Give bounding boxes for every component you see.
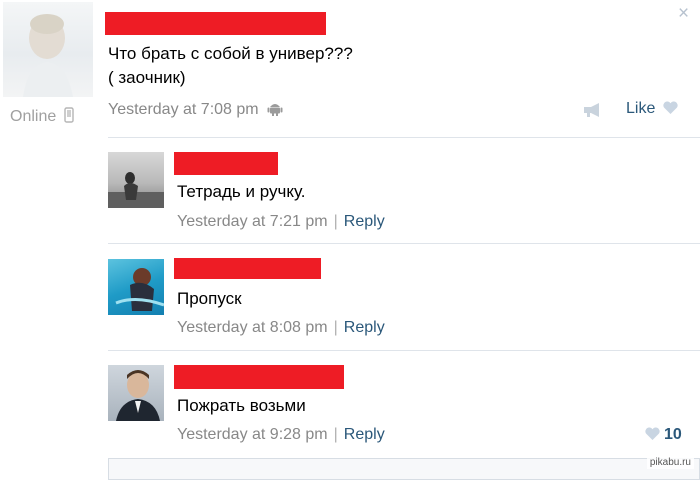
comment-2-reply-link[interactable]: Reply	[344, 319, 385, 336]
comment-1-reply-link[interactable]: Reply	[344, 213, 385, 230]
comment-3-meta: Yesterday at 9:28 pm | Reply	[177, 426, 385, 444]
comment-1-timestamp[interactable]: Yesterday at 7:21 pm	[177, 213, 328, 230]
close-icon[interactable]: ×	[678, 3, 689, 25]
android-icon	[267, 104, 283, 116]
online-label: Online	[10, 108, 57, 125]
avatar-photo-icon	[115, 268, 164, 311]
redacted-commenter-1-name	[174, 152, 278, 175]
comment-2-meta: Yesterday at 8:08 pm | Reply	[177, 319, 385, 337]
comment-2-avatar[interactable]	[108, 259, 164, 315]
comment-1-meta: Yesterday at 7:21 pm | Reply	[177, 213, 385, 231]
meta-separator: |	[333, 426, 338, 443]
redacted-author-name	[105, 12, 326, 35]
heart-icon	[645, 427, 660, 440]
reply-input-box[interactable]	[108, 458, 700, 480]
meta-separator: |	[333, 213, 338, 230]
meta-separator: |	[333, 319, 338, 336]
post-text-line-2: ( заочник)	[108, 68, 186, 87]
comment-1-text: Тетрадь и ручку.	[177, 182, 306, 201]
post-meta: Yesterday at 7:08 pm	[108, 100, 283, 119]
post-text: Что брать с собой в универ??? ( заочник)	[108, 42, 353, 90]
comment-1-avatar[interactable]	[108, 152, 164, 208]
post-text-line-1: Что брать с собой в универ???	[108, 44, 353, 63]
post-timestamp[interactable]: Yesterday at 7:08 pm	[108, 101, 259, 118]
post-divider	[108, 137, 700, 138]
post-author-avatar[interactable]	[3, 2, 93, 97]
redacted-commenter-3-name	[174, 365, 344, 389]
comment-3-avatar[interactable]	[108, 365, 164, 421]
author-online-status: Online	[10, 107, 74, 126]
heart-icon	[663, 101, 678, 114]
comment-2-timestamp[interactable]: Yesterday at 8:08 pm	[177, 319, 328, 336]
mobile-phone-icon	[64, 107, 74, 123]
comment-2-text: Пропуск	[177, 289, 242, 308]
comment-3-like-count: 10	[664, 426, 682, 443]
avatar-photo-icon	[23, 14, 73, 97]
share-megaphone-icon[interactable]	[582, 102, 602, 123]
redacted-commenter-2-name	[174, 258, 321, 279]
like-label: Like	[626, 100, 656, 117]
post-like-button[interactable]: Like	[626, 100, 679, 118]
comment-3-timestamp[interactable]: Yesterday at 9:28 pm	[177, 426, 328, 443]
comment-divider	[108, 243, 700, 244]
watermark: pikabu.ru	[646, 456, 694, 469]
avatar-photo-icon	[116, 370, 160, 421]
comment-divider	[108, 350, 700, 351]
comment-3-text: Пожрать возьми	[177, 396, 306, 415]
comment-3-like-button[interactable]: 10	[644, 426, 682, 444]
comment-3-reply-link[interactable]: Reply	[344, 426, 385, 443]
avatar-photo-icon	[108, 172, 164, 208]
